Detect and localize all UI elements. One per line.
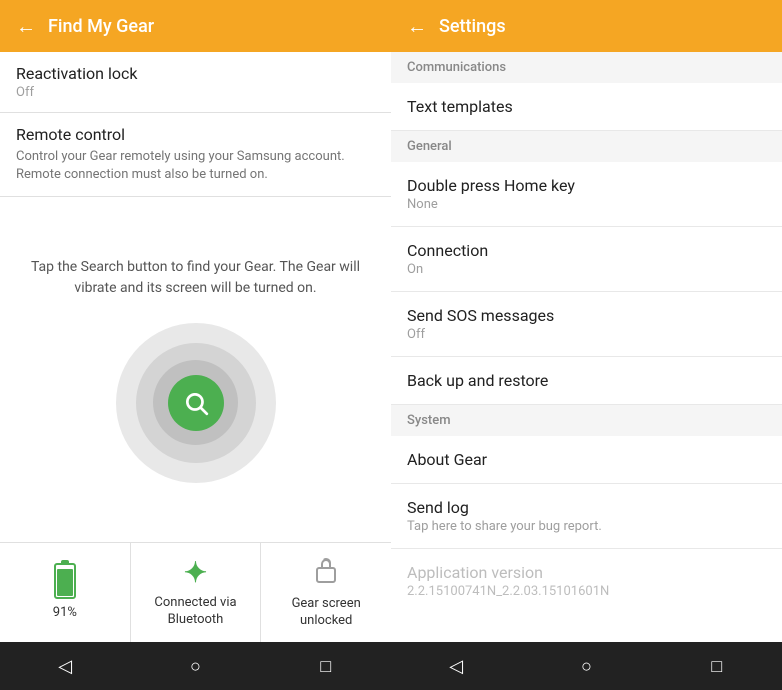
section-header-system: System [391, 405, 782, 436]
bluetooth-status: ✦ Connected via Bluetooth [131, 543, 262, 642]
battery-percent: 91% [53, 605, 77, 622]
right-nav-bar: ◁ ○ □ [391, 642, 782, 690]
search-description: Tap the Search button to find your Gear.… [24, 257, 367, 299]
search-circle-container [116, 323, 276, 483]
left-content: Reactivation lock Off Remote control Con… [0, 52, 391, 642]
menu-item-connection[interactable]: Connection On [391, 227, 782, 292]
bluetooth-label: Connected via Bluetooth [139, 595, 253, 629]
menu-item-text-templates[interactable]: Text templates [391, 83, 782, 131]
left-nav-bar: ◁ ○ □ [0, 642, 391, 690]
reactivation-lock-title: Reactivation lock [16, 64, 375, 83]
bluetooth-icon: ✦ [184, 556, 207, 589]
left-panel: ← Find My Gear Reactivation lock Off Rem… [0, 0, 391, 690]
battery-icon [54, 563, 76, 599]
section-header-general: General [391, 131, 782, 162]
left-back-button[interactable]: ← [16, 14, 36, 39]
left-nav-recent[interactable]: □ [296, 642, 356, 690]
menu-item-about-gear[interactable]: About Gear [391, 436, 782, 484]
reactivation-lock-item[interactable]: Reactivation lock Off [0, 52, 391, 113]
search-area: Tap the Search button to find your Gear.… [0, 197, 391, 542]
gear-lock-status: Gear screen unlocked [261, 543, 391, 642]
right-header: ← Settings [391, 0, 782, 52]
right-panel: ← Settings Communications Text templates… [391, 0, 782, 690]
battery-status: 91% [0, 543, 131, 642]
remote-control-desc: Control your Gear remotely using your Sa… [16, 148, 375, 184]
right-back-button[interactable]: ← [407, 14, 427, 39]
menu-item-backup-restore[interactable]: Back up and restore [391, 357, 782, 405]
right-header-title: Settings [439, 16, 506, 37]
battery-fill [57, 569, 73, 596]
left-header-title: Find My Gear [48, 16, 154, 37]
remote-control-item[interactable]: Remote control Control your Gear remotel… [0, 113, 391, 197]
search-button[interactable] [168, 375, 224, 431]
gear-lock-label: Gear screen unlocked [269, 596, 383, 630]
right-nav-home[interactable]: ○ [556, 642, 616, 690]
left-nav-home[interactable]: ○ [165, 642, 225, 690]
left-nav-back[interactable]: ◁ [35, 642, 95, 690]
remote-control-title: Remote control [16, 125, 375, 144]
search-icon [183, 390, 209, 416]
section-header-communications: Communications [391, 52, 782, 83]
right-nav-back[interactable]: ◁ [426, 642, 486, 690]
reactivation-lock-status: Off [16, 85, 375, 100]
status-bar: 91% ✦ Connected via Bluetooth [0, 542, 391, 642]
right-nav-recent[interactable]: □ [687, 642, 747, 690]
right-content: Communications Text templates General Do… [391, 52, 782, 642]
menu-item-send-log[interactable]: Send log Tap here to share your bug repo… [391, 484, 782, 549]
menu-item-double-press-home[interactable]: Double press Home key None [391, 162, 782, 227]
menu-item-send-sos[interactable]: Send SOS messages Off [391, 292, 782, 357]
app-version-item: Application version 2.2.15100741N_2.2.03… [391, 549, 782, 613]
lock-icon [314, 556, 338, 590]
left-header: ← Find My Gear [0, 0, 391, 52]
